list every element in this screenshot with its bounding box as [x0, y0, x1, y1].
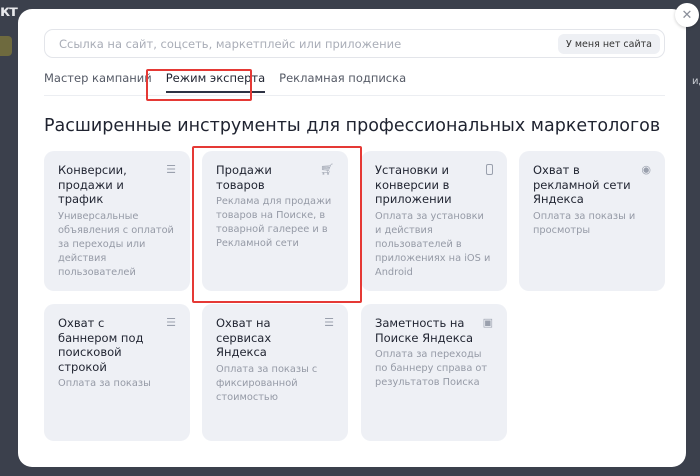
card-title: Охват в рекламной сети Яндекса — [533, 163, 631, 206]
campaign-type-modal: У меня нет сайта Мастер кампаний Режим э… — [18, 9, 686, 467]
card-title: Установки и конверсии в приложении — [375, 163, 452, 206]
tabs-divider — [44, 95, 665, 96]
list-icon: ☰ — [166, 163, 176, 176]
card-network-reach[interactable]: ◉ Охват в рекламной сети Яндекса Оплата … — [519, 151, 665, 291]
card-desc: Универсальные объявления с оплатой за пе… — [58, 210, 174, 278]
card-desc: Оплата за показы — [58, 378, 151, 389]
section-heading: Расширенные инструменты для профессионал… — [44, 116, 661, 136]
card-desc: Оплата за переходы по баннеру справа от … — [375, 349, 488, 388]
close-button[interactable]: ✕ — [675, 3, 699, 27]
background-title-fragment: кт — [0, 2, 18, 20]
card-search-banner[interactable]: ☰ Охват с баннером под поисковой строкой… — [44, 304, 190, 441]
no-site-button[interactable]: У меня нет сайта — [558, 34, 660, 54]
card-product-sales[interactable]: 🛒︎ Продажи товаров Реклама для продажи т… — [202, 151, 348, 291]
background-button-fragment — [0, 36, 12, 56]
tab-campaign-master[interactable]: Мастер кампаний — [44, 71, 152, 93]
tab-expert-mode[interactable]: Режим эксперта — [165, 71, 266, 93]
banner-icon: ☰ — [324, 316, 334, 329]
card-title: Заметность на Поиске Яндекса — [375, 316, 474, 345]
card-yandex-services[interactable]: ☰ Охват на сервисах Яндекса Оплата за по… — [202, 304, 348, 441]
card-conversions[interactable]: ☰ Конверсии, продажи и трафик Универсаль… — [44, 151, 190, 291]
card-title: Охват на сервисах Яндекса — [216, 316, 272, 359]
side-banner-icon: ▣ — [482, 316, 493, 329]
card-desc: Оплата за показы с фиксированной стоимос… — [216, 363, 318, 403]
close-icon: ✕ — [681, 7, 693, 23]
card-app-installs[interactable]: Установки и конверсии в приложении Оплат… — [361, 151, 507, 291]
card-title: Конверсии, продажи и трафик — [58, 163, 127, 206]
card-desc: Оплата за установки и действия пользоват… — [375, 210, 491, 278]
card-search-visibility[interactable]: ▣ Заметность на Поиске Яндекса Оплата за… — [361, 304, 507, 441]
cart-icon: 🛒︎ — [320, 163, 334, 176]
card-desc: Реклама для продажи товаров на Поиске, в… — [216, 196, 332, 249]
banner-icon: ☰ — [166, 316, 176, 329]
card-desc: Оплата за показы и просмотры — [533, 210, 636, 236]
background-text-fragment: ид — [692, 76, 700, 87]
tab-ad-subscription[interactable]: Рекламная подписка — [279, 71, 406, 93]
phone-icon — [486, 164, 493, 177]
site-link-field[interactable]: У меня нет сайта — [44, 29, 665, 58]
card-title: Охват с баннером под поисковой строкой — [58, 316, 144, 374]
card-title: Продажи товаров — [216, 163, 272, 192]
eye-icon: ◉ — [641, 163, 651, 176]
mode-tabs: Мастер кампаний Режим эксперта Рекламная… — [44, 71, 406, 93]
